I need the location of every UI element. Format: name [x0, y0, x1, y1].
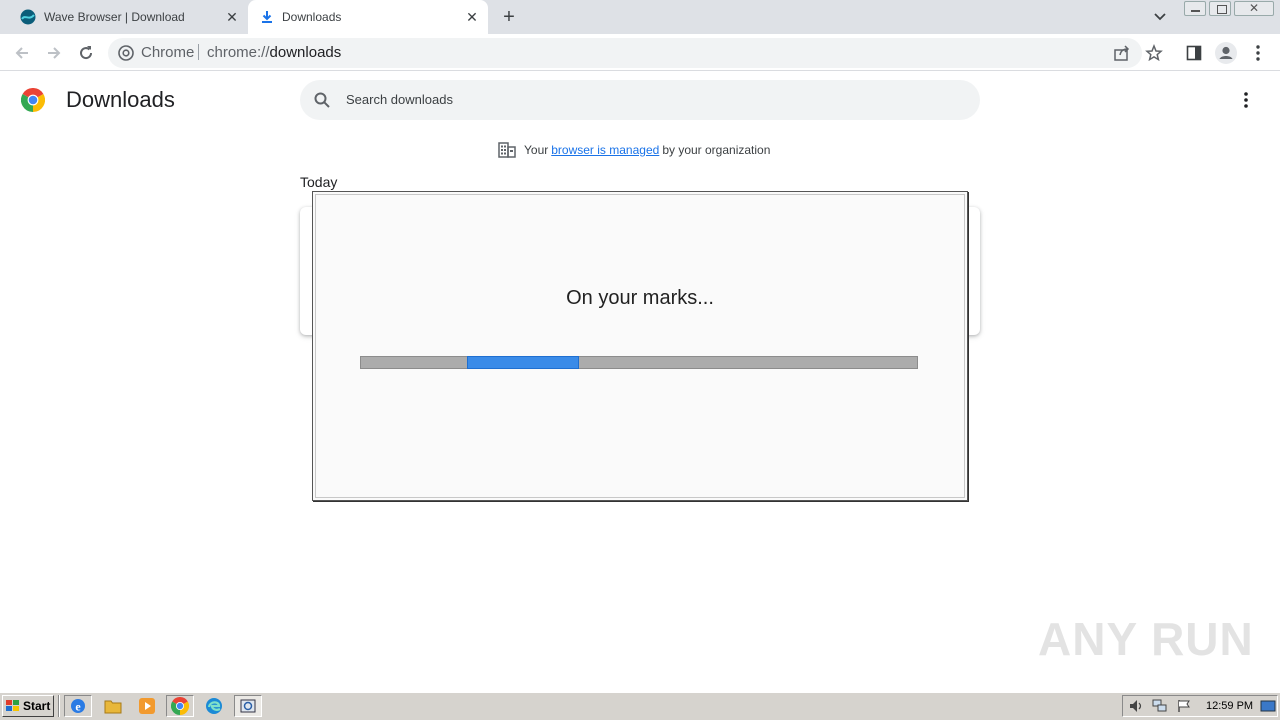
share-icon[interactable]	[1113, 44, 1131, 62]
new-tab-button[interactable]: +	[498, 7, 520, 27]
url-divider	[198, 44, 199, 60]
action-center-flag-icon[interactable]	[1176, 699, 1192, 713]
taskbar-installer[interactable]	[234, 695, 262, 717]
more-actions-icon[interactable]	[1236, 90, 1256, 110]
tab-label: Wave Browser | Download	[44, 10, 185, 24]
network-icon[interactable]	[1152, 699, 1168, 713]
side-panel-icon[interactable]	[1185, 44, 1203, 62]
start-label: Start	[23, 699, 51, 713]
managed-suffix: by your organization	[662, 143, 771, 157]
chrome-icon	[171, 697, 189, 715]
tab-label: Downloads	[282, 10, 342, 24]
download-icon	[262, 11, 272, 23]
back-arrow-icon	[15, 47, 28, 59]
profile-avatar-icon[interactable]	[1214, 41, 1238, 65]
chrome-logo-icon	[21, 88, 45, 112]
taskbar-separator	[58, 695, 60, 717]
url-text[interactable]: chrome://downloads	[207, 44, 341, 61]
close-icon[interactable]: ✕	[464, 9, 480, 25]
wave-logo-icon	[20, 9, 36, 25]
taskbar-ie[interactable]: e	[64, 695, 92, 717]
managed-notice: Your browser is managed by your organiza…	[498, 141, 770, 159]
search-input[interactable]	[346, 89, 946, 109]
progress-bar-fill	[467, 356, 579, 369]
installer-app-icon	[240, 699, 256, 713]
managed-prefix: Your	[524, 143, 549, 157]
watermark-logo: ANY RUN	[1038, 613, 1254, 665]
url-path: downloads	[269, 44, 342, 61]
media-player-icon	[139, 698, 155, 714]
close-icon: ✕	[1249, 1, 1260, 15]
reload-button[interactable]	[75, 42, 97, 64]
search-icon	[314, 92, 330, 108]
start-button[interactable]: Start	[2, 695, 54, 717]
back-button[interactable]	[11, 42, 33, 64]
taskbar-chrome[interactable]	[166, 695, 194, 717]
site-chip-label: Chrome	[141, 44, 195, 61]
forward-arrow-icon	[48, 47, 61, 59]
folder-icon	[104, 700, 122, 714]
window-close-button[interactable]: ✕	[1234, 1, 1274, 16]
internet-explorer-icon: e	[71, 699, 85, 714]
chrome-menu-icon[interactable]	[1252, 44, 1264, 62]
svg-text:e: e	[75, 700, 81, 714]
page-title: Downloads	[66, 87, 175, 112]
system-tray	[1122, 695, 1278, 717]
taskbar-edge[interactable]	[200, 695, 228, 717]
show-desktop-icon[interactable]	[1260, 700, 1276, 713]
installer-dialog: On your marks...	[312, 191, 968, 501]
managed-link[interactable]: browser is managed	[551, 143, 659, 157]
windows-flag-icon	[6, 700, 19, 711]
edge-icon	[206, 698, 222, 714]
tab-wave-browser[interactable]: Wave Browser | Download ✕	[8, 0, 248, 34]
progress-bar	[360, 356, 918, 369]
installer-dialog-frame	[315, 194, 965, 498]
tab-search-icon[interactable]	[1150, 8, 1170, 26]
taskbar-media-player[interactable]	[133, 695, 161, 717]
close-icon[interactable]: ✕	[224, 9, 240, 25]
taskbar-clock[interactable]: 12:59 PM	[1206, 700, 1253, 712]
minimize-button[interactable]	[1184, 1, 1206, 16]
installer-status-text: On your marks...	[566, 287, 714, 309]
volume-icon[interactable]	[1128, 699, 1144, 713]
url-scheme: chrome://	[207, 44, 270, 61]
restore-button[interactable]	[1209, 1, 1231, 16]
tab-downloads[interactable]: Downloads ✕	[248, 0, 488, 34]
chrome-site-icon	[118, 45, 134, 61]
restore-icon	[1217, 5, 1227, 14]
minimize-icon	[1191, 10, 1200, 12]
taskbar-explorer[interactable]	[99, 695, 127, 717]
bookmark-star-icon[interactable]	[1145, 44, 1163, 62]
reload-icon	[80, 46, 93, 60]
building-icon	[498, 142, 516, 158]
date-section-header: Today	[300, 174, 338, 190]
forward-button[interactable]	[43, 42, 65, 64]
